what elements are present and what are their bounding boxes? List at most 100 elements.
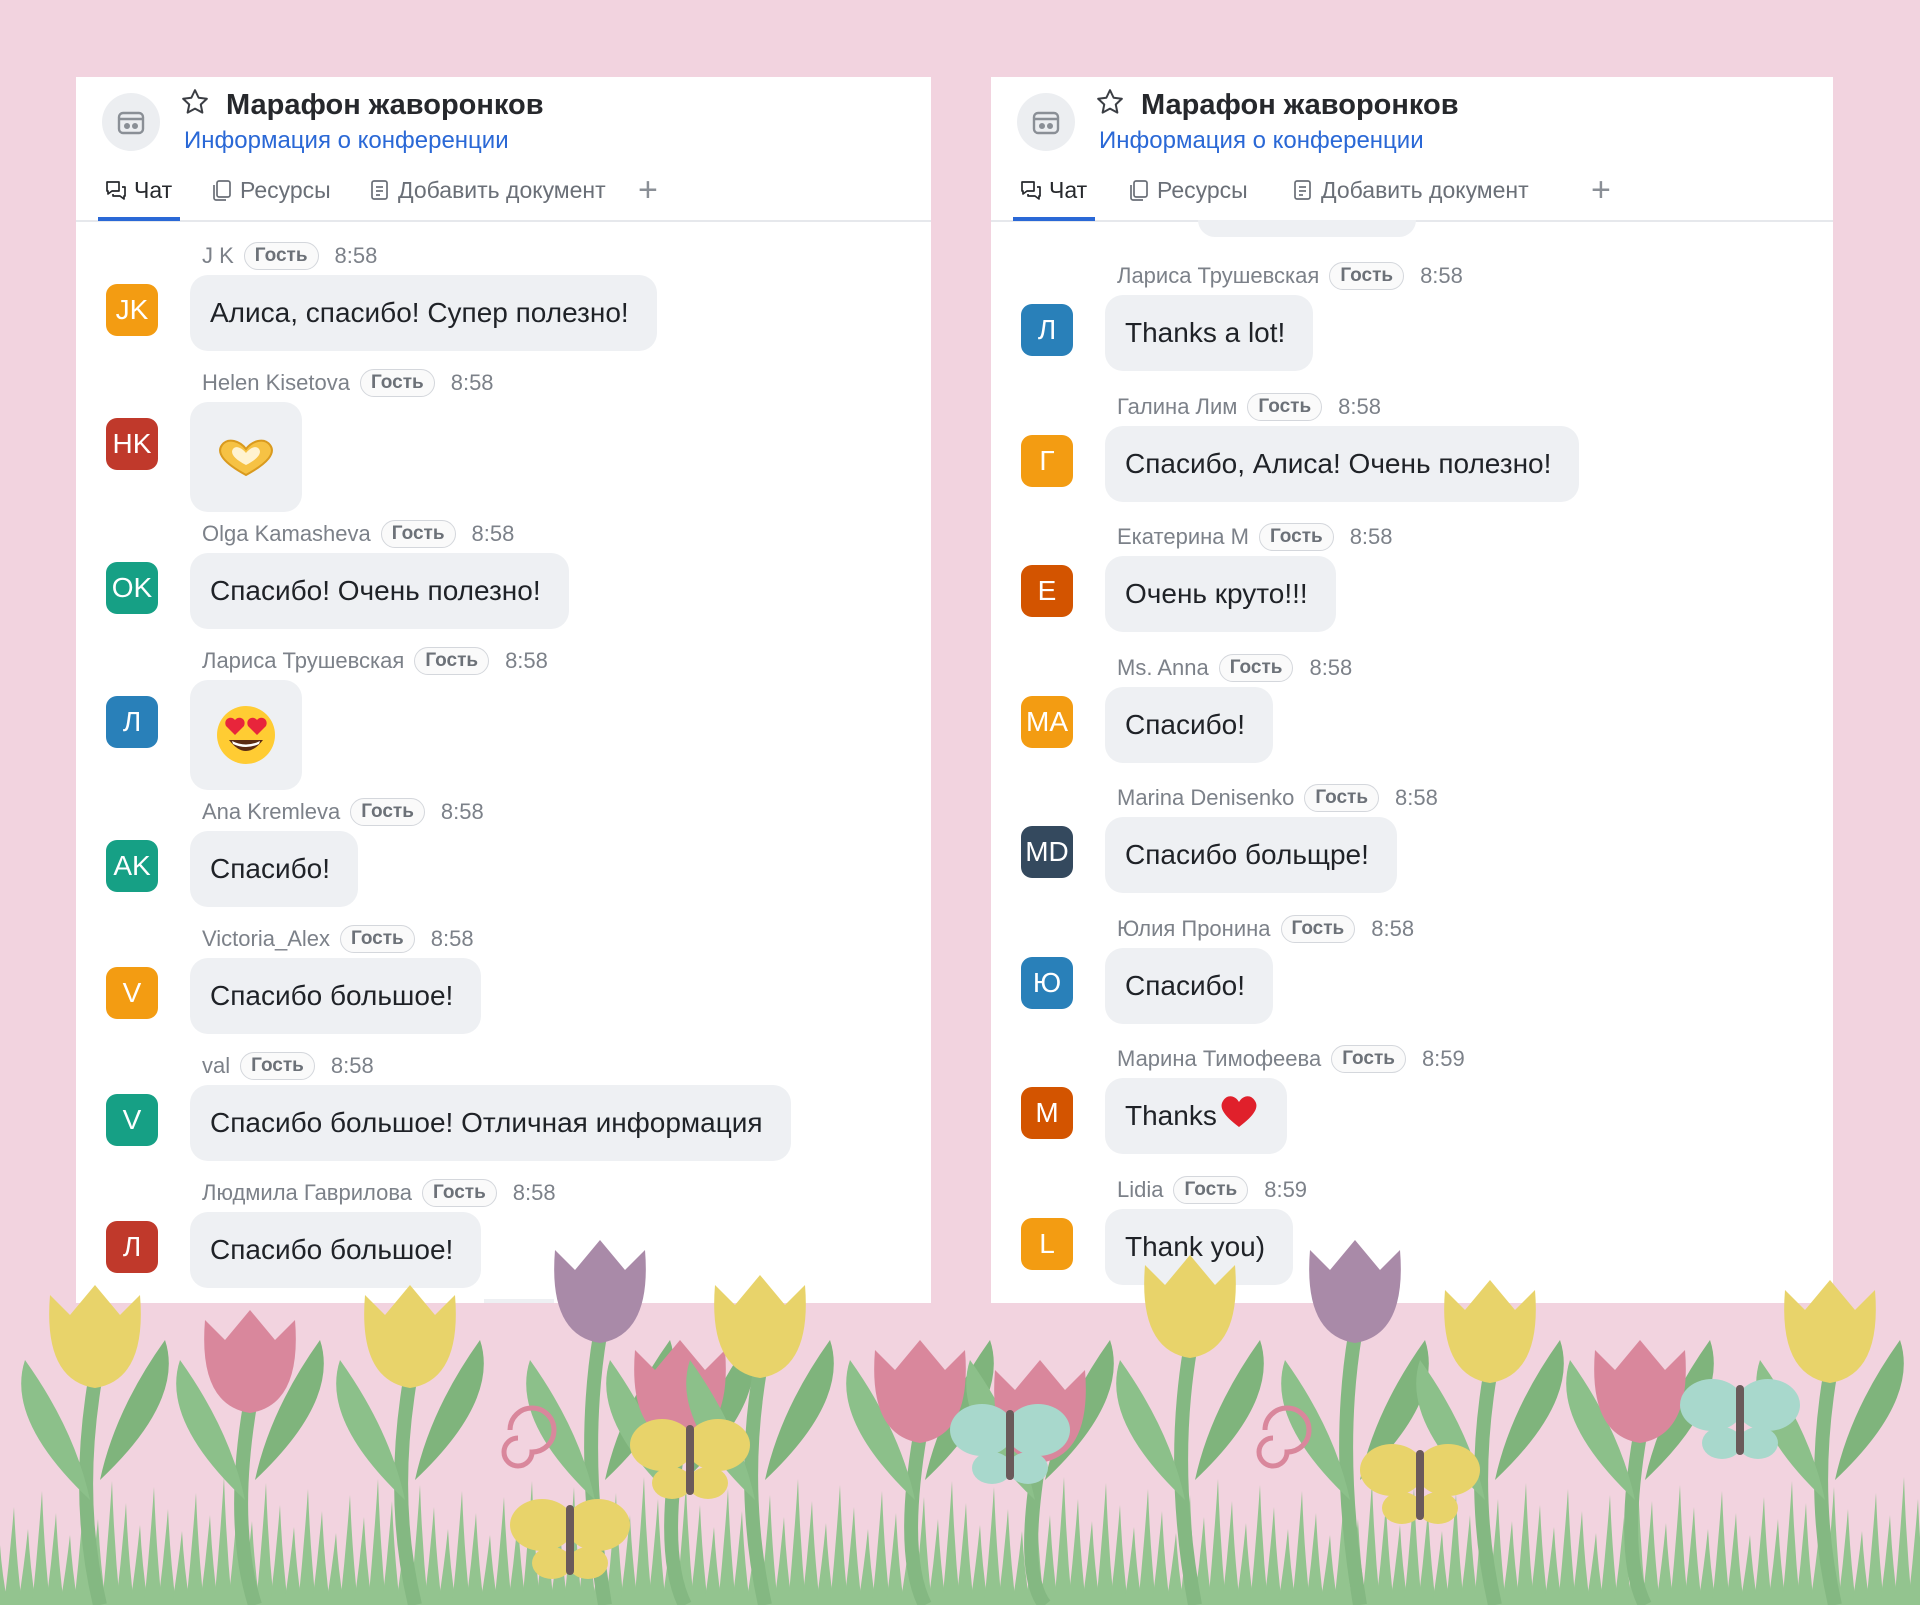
avatar[interactable]: MA — [1021, 695, 1073, 748]
message-bubble: Спасибо, Алиса! Очень полезно! — [1105, 425, 1580, 502]
author-name[interactable]: Ana Kremleva — [202, 799, 340, 825]
author-name[interactable]: Ms. Anna — [1117, 655, 1209, 681]
author-name[interactable]: J K — [202, 243, 234, 269]
author-name[interactable]: Marina Denisenko — [1117, 785, 1294, 811]
grass-blade — [46, 1513, 64, 1605]
guest-badge: Гость — [1331, 1045, 1406, 1073]
grass-blade — [1138, 1489, 1156, 1605]
message-meta: Victoria_Alex Гость 8:58 — [202, 922, 474, 956]
grass-blade — [1278, 1529, 1296, 1605]
avatar[interactable]: Л — [1021, 304, 1073, 356]
grass-blade — [732, 1511, 750, 1605]
guest-badge: Гость — [1329, 262, 1405, 290]
avatar[interactable]: Е — [1021, 565, 1073, 617]
conference-title: Марафон жаворонков — [1141, 89, 1459, 121]
tab-add-document[interactable]: Добавить документ — [1291, 177, 1529, 219]
tab-add-document[interactable]: Добавить документ — [368, 177, 606, 219]
avatar[interactable]: М — [1021, 1087, 1073, 1139]
avatar[interactable]: AK — [106, 840, 158, 892]
grass-blade — [494, 1497, 512, 1605]
tulip-leaf — [526, 1360, 595, 1500]
grass-blade — [1376, 1503, 1394, 1605]
avatar[interactable]: HK — [106, 418, 158, 470]
author-name[interactable]: Helen Kisetova — [202, 370, 350, 396]
butterfly — [1360, 1444, 1480, 1524]
guest-badge: Гость — [1247, 392, 1323, 421]
tab-chat[interactable]: Чат — [1012, 177, 1096, 221]
author-name[interactable]: Людмила Гаврилова — [202, 1180, 412, 1206]
chat-icon — [1021, 181, 1041, 200]
grass-blade — [1544, 1527, 1562, 1605]
chat-window-left: Марафон жаворонков Информация о конферен… — [76, 77, 931, 1303]
tab-resources-label: Ресурсы — [240, 177, 331, 203]
author-name[interactable]: Лариса Трушевская — [1117, 263, 1319, 289]
grass-blade — [1726, 1513, 1744, 1605]
grass-blade — [1054, 1477, 1072, 1605]
avatar[interactable]: Л — [106, 696, 158, 748]
author-name[interactable]: Лариса Трушевская — [202, 648, 404, 674]
avatar[interactable]: Л — [106, 1221, 158, 1273]
tulip-leaf — [925, 1340, 994, 1480]
star-icon[interactable] — [180, 87, 210, 117]
grass-blade — [144, 1487, 162, 1605]
tab-resources[interactable]: Ресурсы — [210, 177, 331, 219]
guest-badge: Гость — [359, 369, 435, 397]
author-name[interactable]: Lidia — [1117, 1177, 1163, 1203]
heart-hands-emoji-icon — [219, 439, 273, 477]
chat-window-right: Марафон жаворонков Информация о конферен… — [991, 77, 1833, 1303]
message-bubble: Thanks a lot! — [1105, 295, 1314, 371]
tab-chat[interactable]: Чат — [97, 177, 181, 221]
grass-blade — [1306, 1513, 1324, 1605]
grass-blade — [256, 1483, 274, 1605]
author-name[interactable]: val — [202, 1053, 230, 1079]
conference-icon[interactable] — [102, 93, 160, 151]
grass-blade — [214, 1477, 232, 1605]
author-name[interactable]: Victoria_Alex — [202, 926, 330, 952]
star-icon[interactable] — [1095, 87, 1125, 117]
tulip-leaf — [21, 1360, 90, 1500]
grass-blade — [284, 1527, 302, 1605]
tulip-leaf — [1195, 1340, 1264, 1480]
message-meta: J K Гость 8:58 — [202, 239, 377, 273]
grass-blade — [1572, 1511, 1590, 1605]
add-tab-plus-icon[interactable]: + — [638, 171, 658, 210]
add-tab-plus-icon[interactable]: + — [1591, 171, 1611, 210]
grass-blade — [0, 1545, 8, 1605]
author-name[interactable]: Екатерина М — [1117, 524, 1249, 550]
conference-icon[interactable] — [1017, 93, 1075, 151]
avatar[interactable]: MD — [1021, 826, 1073, 878]
message-meta: Ms. Anna Гость 8:58 — [1117, 651, 1352, 685]
message-meta: Марина Тимофеева Гость 8:59 — [1117, 1042, 1465, 1076]
avatar[interactable]: Ю — [1021, 956, 1073, 1009]
avatar[interactable]: JK — [106, 284, 158, 336]
author-name[interactable]: Olga Kamasheva — [202, 521, 371, 547]
conference-info-link[interactable]: Информация о конференции — [184, 127, 509, 155]
grass-blade — [410, 1485, 428, 1605]
message-bubble: Спасибо! — [190, 831, 358, 907]
tulip-stem — [664, 1433, 692, 1605]
tulip-stem — [1174, 1348, 1202, 1605]
avatar[interactable]: OK — [106, 562, 158, 614]
avatar[interactable]: V — [106, 1094, 158, 1146]
guest-badge: Гость — [240, 1052, 315, 1080]
grass-blade — [1082, 1521, 1100, 1605]
author-name[interactable]: Юлия Пронина — [1117, 916, 1271, 942]
grass-blade — [844, 1507, 862, 1605]
avatar[interactable]: Г — [1021, 434, 1073, 487]
message-meta: Екатерина М Гость 8:58 — [1117, 520, 1393, 554]
conference-info-link[interactable]: Информация о конференции — [1099, 127, 1424, 155]
grass-blade — [564, 1487, 582, 1605]
avatar[interactable]: V — [106, 967, 158, 1019]
grass-blade — [956, 1503, 974, 1605]
grass-blade — [830, 1485, 848, 1605]
author-name[interactable]: Марина Тимофеева — [1117, 1046, 1321, 1072]
tab-resources[interactable]: Ресурсы — [1127, 177, 1248, 219]
grass-blade — [508, 1519, 526, 1605]
author-name[interactable]: Галина Лим — [1117, 394, 1237, 420]
message-time: 8:58 — [1309, 654, 1353, 680]
message-time: 8:58 — [471, 521, 515, 546]
tulip-leaf — [1116, 1360, 1185, 1500]
guest-badge: Гость — [414, 647, 490, 675]
avatar[interactable]: L — [1021, 1217, 1073, 1270]
tab-chat-label: Чат — [1049, 177, 1088, 203]
